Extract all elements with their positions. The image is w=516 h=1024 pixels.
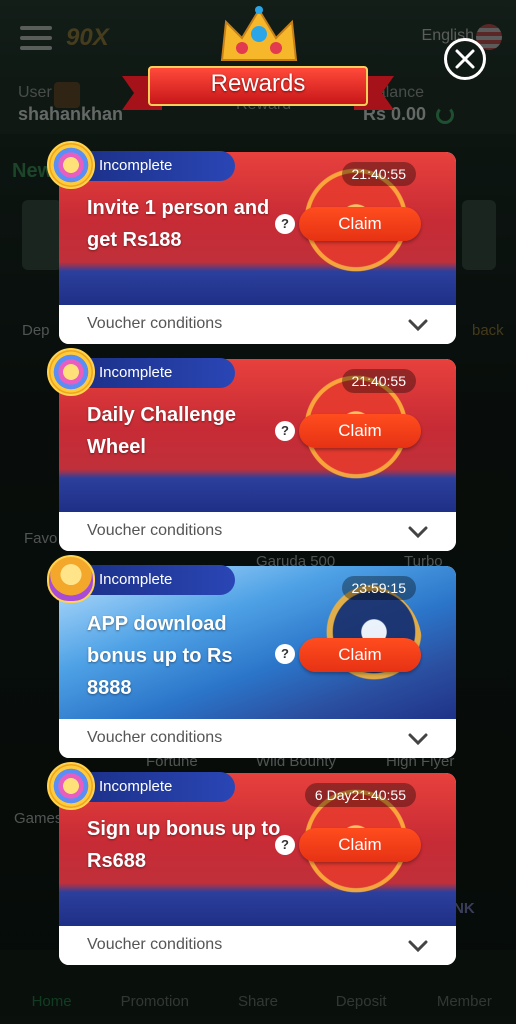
voucher-label: Voucher conditions [87,522,223,539]
card-title: Invite 1 person and get Rs188 [87,197,270,251]
voucher-label: Voucher conditions [87,936,223,953]
status-badge: Incomplete [47,555,247,605]
card-title: Daily Challenge Wheel [87,404,236,458]
chevron-down-icon [408,526,428,539]
rewards-banner: Rewards [118,0,398,112]
close-icon [455,49,475,69]
status-text: Incomplete [99,571,173,588]
countdown-timer: 21:40:55 [341,369,416,393]
egg-icon [47,555,95,603]
wheel-icon [47,348,95,396]
voucher-label: Voucher conditions [87,729,223,746]
chevron-down-icon [408,940,428,953]
claim-button[interactable]: Claim [299,207,421,241]
status-badge: Incomplete [47,141,247,191]
chevron-down-icon [408,733,428,746]
card-title: Sign up bonus up to Rs688 [87,818,281,872]
crown-icon [220,6,298,61]
status-badge: Incomplete [47,348,247,398]
card-title: APP download bonus up to Rs 8888 [87,613,233,699]
countdown-timer: 6 Day21:40:55 [304,783,416,807]
help-icon[interactable]: ? [275,214,295,234]
claim-button[interactable]: Claim [299,638,421,672]
status-text: Incomplete [99,778,173,795]
ribbon: Rewards [118,60,398,110]
claim-button[interactable]: Claim [299,828,421,862]
countdown-timer: 23:59:15 [341,576,416,600]
wheel-icon [47,141,95,189]
voucher-conditions-toggle[interactable]: Voucher conditions [59,512,456,551]
voucher-conditions-toggle[interactable]: Voucher conditions [59,926,456,965]
modal-title: Rewards [210,70,306,97]
status-text: Incomplete [99,364,173,381]
wheel-icon [47,762,95,810]
help-icon[interactable]: ? [275,644,295,664]
claim-button[interactable]: Claim [299,414,421,448]
status-text: Incomplete [99,157,173,174]
voucher-conditions-toggle[interactable]: Voucher conditions [59,719,456,758]
countdown-timer: 21:40:55 [341,162,416,186]
help-icon[interactable]: ? [275,421,295,441]
chevron-down-icon [408,319,428,332]
voucher-label: Voucher conditions [87,315,223,332]
help-icon[interactable]: ? [275,835,295,855]
voucher-conditions-toggle[interactable]: Voucher conditions [59,305,456,344]
close-button[interactable] [444,38,486,80]
status-badge: Incomplete [47,762,247,812]
